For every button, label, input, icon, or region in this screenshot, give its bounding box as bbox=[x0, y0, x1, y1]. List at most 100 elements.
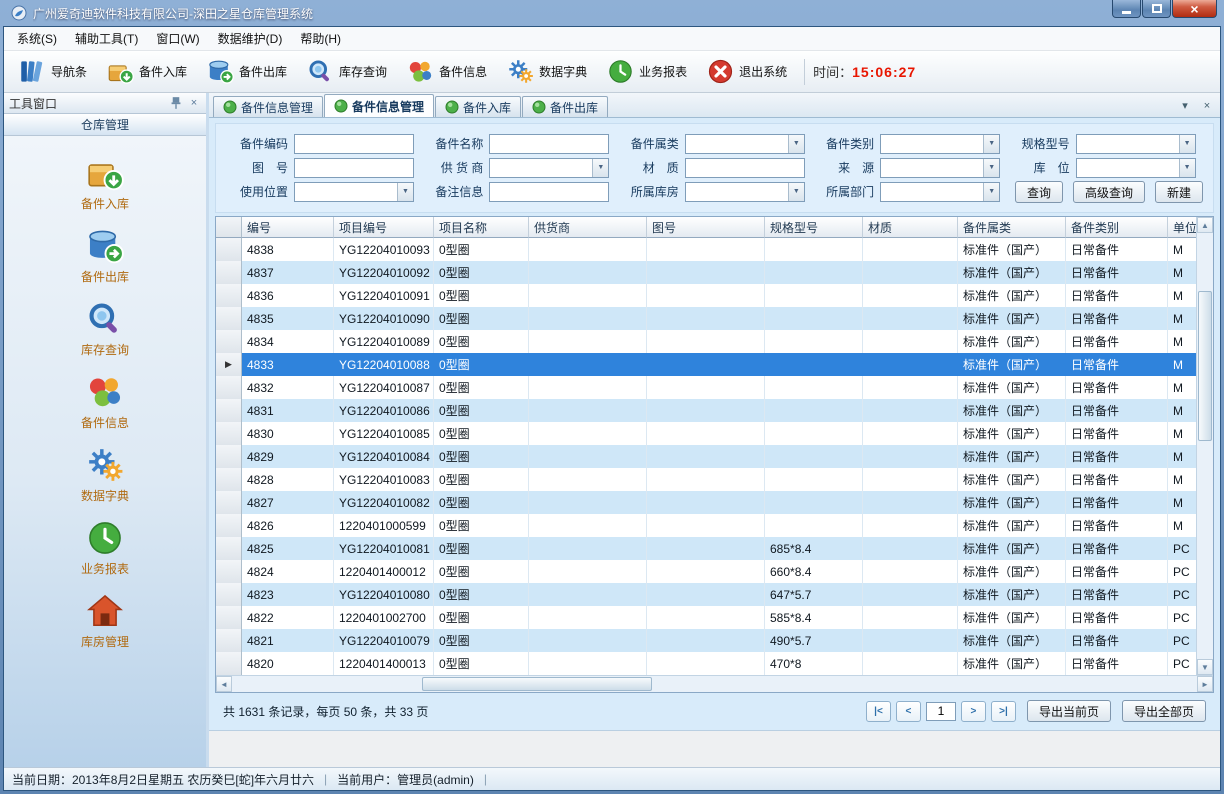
export-all-pages-button[interactable]: 导出全部页 bbox=[1122, 700, 1206, 722]
sidebar-item-parts-in[interactable]: 备件入库 bbox=[81, 154, 129, 212]
column-header[interactable]: 编号 bbox=[242, 217, 334, 238]
sidebar-item-stock-query[interactable]: 库存查询 bbox=[81, 300, 129, 358]
maximize-button[interactable] bbox=[1142, 0, 1171, 18]
field-input-supplier[interactable] bbox=[489, 158, 609, 178]
table-row[interactable]: 482412204014000120型圈660*8.4标准件（国产）日常备件PC bbox=[216, 560, 1196, 583]
field-input-source[interactable] bbox=[880, 158, 1000, 178]
dropdown-arrow-icon[interactable]: ▼ bbox=[397, 183, 413, 201]
export-current-page-button[interactable]: 导出当前页 bbox=[1027, 700, 1111, 722]
query-button[interactable]: 查询 bbox=[1015, 181, 1063, 203]
new-button[interactable]: 新建 bbox=[1155, 181, 1203, 203]
table-row[interactable]: 4828YG122040100830型圈标准件（国产）日常备件M bbox=[216, 468, 1196, 491]
dropdown-arrow-icon[interactable]: ▼ bbox=[592, 159, 608, 177]
table-row[interactable]: 4838YG122040100930型圈标准件（国产）日常备件M bbox=[216, 238, 1196, 261]
table-row[interactable]: 4832YG122040100870型圈标准件（国产）日常备件M bbox=[216, 376, 1196, 399]
table-row[interactable]: 4829YG122040100840型圈标准件（国产）日常备件M bbox=[216, 445, 1196, 468]
scroll-left-icon[interactable]: ◄ bbox=[216, 676, 232, 692]
table-row[interactable]: 4827YG122040100820型圈标准件（国产）日常备件M bbox=[216, 491, 1196, 514]
dropdown-arrow-icon[interactable]: ▼ bbox=[1179, 159, 1195, 177]
table-row[interactable]: 482212204010027000型圈585*8.4标准件（国产）日常备件PC bbox=[216, 606, 1196, 629]
last-page-button[interactable]: >| bbox=[991, 701, 1016, 722]
table-row[interactable]: 4834YG122040100890型圈标准件（国产）日常备件M bbox=[216, 330, 1196, 353]
menu-item-tools[interactable]: 辅助工具(T) bbox=[66, 27, 147, 50]
next-page-button[interactable]: > bbox=[961, 701, 986, 722]
advanced-query-button[interactable]: 高级查询 bbox=[1073, 181, 1145, 203]
field-input-category[interactable] bbox=[685, 134, 805, 154]
field-input-warehouse[interactable] bbox=[685, 182, 805, 202]
menu-item-help[interactable]: 帮助(H) bbox=[291, 27, 350, 50]
tab-parts-out[interactable]: 备件出库 bbox=[522, 96, 608, 117]
column-header[interactable]: 图号 bbox=[647, 217, 765, 238]
scroll-down-icon[interactable]: ▼ bbox=[1197, 659, 1213, 675]
sidebar-item-warehouse[interactable]: 库房管理 bbox=[81, 592, 129, 650]
toolbar-parts-info-button[interactable]: 备件信息 bbox=[398, 53, 496, 90]
field-input-use-position[interactable] bbox=[294, 182, 414, 202]
toolbar-navbar-button[interactable]: 导航条 bbox=[10, 53, 96, 90]
field-input-spec[interactable] bbox=[1076, 134, 1196, 154]
table-row[interactable]: 482012204014000130型圈470*8标准件（国产）日常备件PC bbox=[216, 652, 1196, 675]
pin-icon[interactable] bbox=[169, 96, 183, 110]
tab-parts-in[interactable]: 备件入库 bbox=[435, 96, 521, 117]
column-header[interactable]: 备件类别 bbox=[1066, 217, 1168, 238]
vertical-scrollbar[interactable]: ▲ ▼ bbox=[1196, 217, 1213, 675]
minimize-button[interactable] bbox=[1112, 0, 1141, 18]
table-row[interactable]: 4837YG122040100920型圈标准件（国产）日常备件M bbox=[216, 261, 1196, 284]
table-row[interactable]: 4835YG122040100900型圈标准件（国产）日常备件M bbox=[216, 307, 1196, 330]
panel-close-icon[interactable]: × bbox=[187, 96, 201, 110]
menu-item-system[interactable]: 系统(S) bbox=[8, 27, 66, 50]
tab-list-dropdown-icon[interactable]: ▾ bbox=[1178, 99, 1192, 112]
table-row[interactable]: ▶4833YG122040100880型圈标准件（国产）日常备件M bbox=[216, 353, 1196, 376]
scroll-right-icon[interactable]: ► bbox=[1197, 676, 1213, 692]
table-row[interactable]: 4823YG122040100800型圈647*5.7标准件（国产）日常备件PC bbox=[216, 583, 1196, 606]
horizontal-scrollbar[interactable]: ◄ ► bbox=[216, 675, 1213, 692]
sidebar-item-data-dict[interactable]: 数据字典 bbox=[81, 446, 129, 504]
column-header[interactable]: 项目名称 bbox=[434, 217, 529, 238]
toolbar-data-dict-button[interactable]: 数据字典 bbox=[498, 53, 596, 90]
table-row[interactable]: 4831YG122040100860型圈标准件（国产）日常备件M bbox=[216, 399, 1196, 422]
column-header[interactable]: 供货商 bbox=[529, 217, 647, 238]
tab-parts-info-mgmt-1[interactable]: 备件信息管理 bbox=[213, 96, 323, 117]
column-header[interactable]: 单位 bbox=[1168, 217, 1196, 238]
horizontal-scrollbar-thumb[interactable] bbox=[422, 677, 652, 691]
horizontal-scroll-track[interactable] bbox=[232, 676, 1197, 692]
field-input-name[interactable] bbox=[489, 134, 609, 154]
field-input-remark[interactable] bbox=[489, 182, 609, 202]
column-header[interactable]: 材质 bbox=[863, 217, 958, 238]
first-page-button[interactable]: |< bbox=[866, 701, 891, 722]
prev-page-button[interactable]: < bbox=[896, 701, 921, 722]
sidebar-item-report[interactable]: 业务报表 bbox=[81, 519, 129, 577]
table-row[interactable]: 4821YG122040100790型圈490*5.7标准件（国产）日常备件PC bbox=[216, 629, 1196, 652]
page-number-input[interactable] bbox=[926, 702, 956, 721]
column-header[interactable]: 备件属类 bbox=[958, 217, 1066, 238]
field-input-material[interactable] bbox=[685, 158, 805, 178]
dropdown-arrow-icon[interactable]: ▼ bbox=[788, 183, 804, 201]
toolbar-parts-in-button[interactable]: 备件入库 bbox=[98, 53, 196, 90]
sidebar-item-parts-info[interactable]: 备件信息 bbox=[81, 373, 129, 431]
table-row[interactable]: 482612204010005990型圈标准件（国产）日常备件M bbox=[216, 514, 1196, 537]
table-row[interactable]: 4836YG122040100910型圈标准件（国产）日常备件M bbox=[216, 284, 1196, 307]
toolbar-stock-query-button[interactable]: 库存查询 bbox=[298, 53, 396, 90]
dropdown-arrow-icon[interactable]: ▼ bbox=[983, 183, 999, 201]
dropdown-arrow-icon[interactable]: ▼ bbox=[983, 135, 999, 153]
toolbar-exit-button[interactable]: 退出系统 bbox=[698, 53, 796, 90]
menu-item-window[interactable]: 窗口(W) bbox=[147, 27, 208, 50]
table-row[interactable]: 4825YG122040100810型圈685*8.4标准件（国产）日常备件PC bbox=[216, 537, 1196, 560]
dropdown-arrow-icon[interactable]: ▼ bbox=[983, 159, 999, 177]
menu-item-data[interactable]: 数据维护(D) bbox=[209, 27, 292, 50]
toolbar-parts-out-button[interactable]: 备件出库 bbox=[198, 53, 296, 90]
vertical-scroll-track[interactable] bbox=[1197, 233, 1213, 659]
scroll-up-icon[interactable]: ▲ bbox=[1197, 217, 1213, 233]
field-input-code[interactable] bbox=[294, 134, 414, 154]
vertical-scrollbar-thumb[interactable] bbox=[1198, 291, 1212, 441]
sidebar-item-parts-out[interactable]: 备件出库 bbox=[81, 227, 129, 285]
field-input-drawing-no[interactable] bbox=[294, 158, 414, 178]
field-input-location[interactable] bbox=[1076, 158, 1196, 178]
tab-close-icon[interactable]: × bbox=[1200, 100, 1214, 112]
column-header[interactable]: 规格型号 bbox=[765, 217, 863, 238]
close-button[interactable]: × bbox=[1172, 0, 1217, 18]
dropdown-arrow-icon[interactable]: ▼ bbox=[788, 135, 804, 153]
toolbar-report-button[interactable]: 业务报表 bbox=[598, 53, 696, 90]
field-input-department[interactable] bbox=[880, 182, 1000, 202]
table-row[interactable]: 4830YG122040100850型圈标准件（国产）日常备件M bbox=[216, 422, 1196, 445]
tab-parts-info-mgmt-2[interactable]: 备件信息管理 bbox=[324, 94, 434, 117]
